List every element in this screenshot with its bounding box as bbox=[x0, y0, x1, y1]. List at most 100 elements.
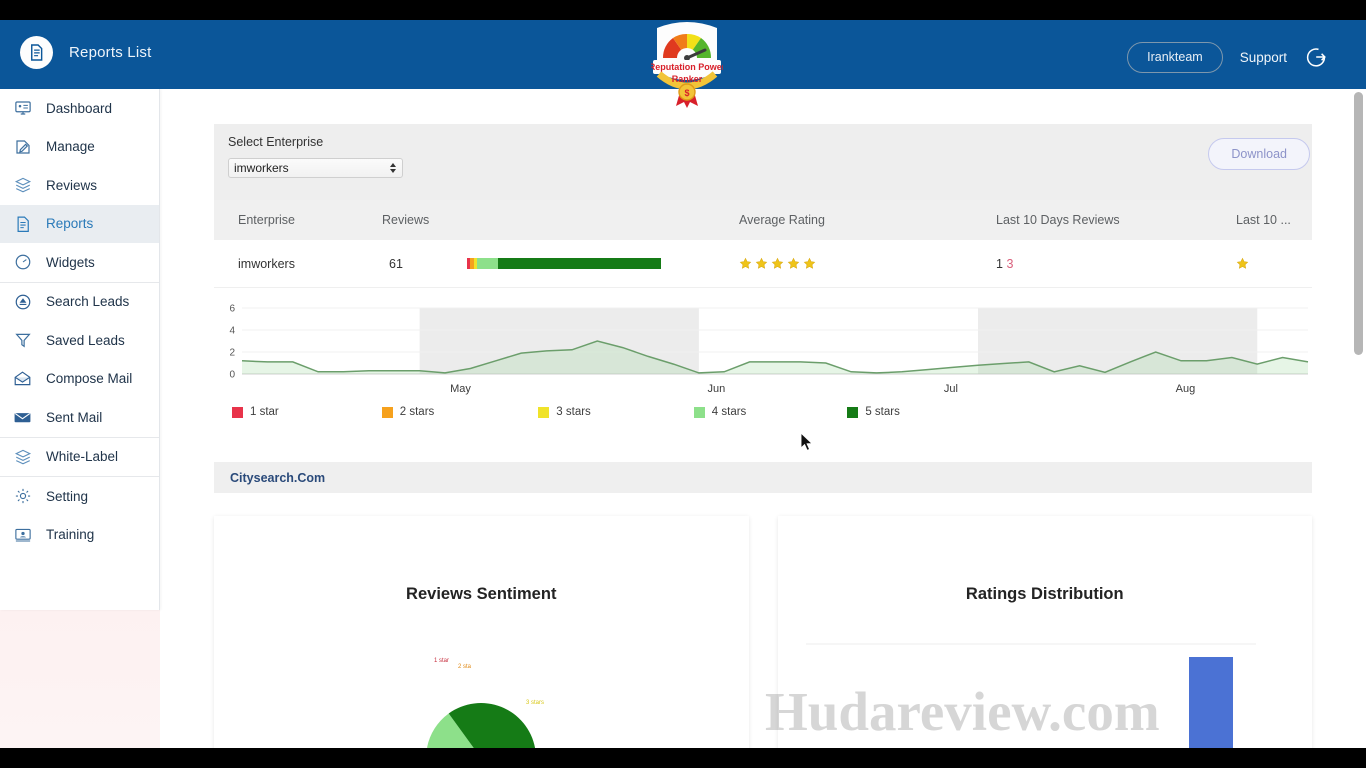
enterprise-select-value: imworkers bbox=[234, 161, 289, 175]
rating-segment bbox=[476, 258, 499, 269]
header-actions: Irankteam Support bbox=[1127, 42, 1328, 73]
sidebar-item-reports[interactable]: Reports bbox=[0, 204, 159, 243]
analytics-cards: Reviews Sentiment 1 star 2 sta 3 stars Rat… bbox=[214, 516, 1312, 748]
sidebar-group-main: Dashboard Manage Reviews Reports Widgets bbox=[0, 89, 159, 283]
dashboard-icon bbox=[12, 98, 33, 119]
app-window: Reports List Irankteam Support Reputatio… bbox=[0, 0, 1366, 768]
sidebar-item-dashboard[interactable]: Dashboard bbox=[0, 89, 159, 128]
gear-icon bbox=[12, 486, 33, 507]
legend-swatch bbox=[381, 406, 393, 418]
legend-label: 3 stars bbox=[556, 406, 591, 418]
sidebar-item-label: Setting bbox=[46, 488, 89, 504]
y-axis-tick: 2 bbox=[229, 348, 235, 359]
line-chart-svg: 0 2 4 6 May Jun Jul Aug bbox=[229, 304, 1309, 395]
legend-swatch bbox=[232, 406, 243, 418]
x-axis-tick: Jul bbox=[944, 383, 958, 395]
sidebar-item-training[interactable]: Training bbox=[0, 516, 159, 555]
sidebar-item-label: Widgets bbox=[46, 254, 95, 270]
pie-label: 3 stars bbox=[526, 700, 544, 706]
stacked-rating-bar bbox=[467, 258, 661, 269]
legend-swatch bbox=[847, 406, 859, 418]
card-title: Reviews Sentiment bbox=[406, 585, 557, 603]
training-icon bbox=[12, 524, 33, 545]
legend-label: 4 stars bbox=[711, 406, 747, 418]
sidebar-item-compose-mail[interactable]: Compose Mail bbox=[0, 360, 159, 399]
ratings-bar-chart bbox=[805, 632, 1256, 748]
layers-icon bbox=[12, 175, 33, 196]
mouse-cursor bbox=[800, 431, 814, 457]
sidebar-item-label: Reports bbox=[46, 216, 94, 232]
reports-table-header: Enterprise Reviews Average Rating Last 1… bbox=[214, 200, 1312, 240]
svg-text:Ranker: Ranker bbox=[672, 74, 703, 84]
star-icon bbox=[1236, 257, 1249, 269]
legend-swatch bbox=[693, 406, 705, 418]
edit-icon bbox=[12, 136, 33, 157]
legend-item[interactable]: 4 stars bbox=[693, 406, 747, 418]
vertical-scrollbar[interactable] bbox=[1354, 92, 1363, 747]
cell-last-10-days: 1 3 bbox=[996, 257, 1236, 271]
reviews-sentiment-card: Reviews Sentiment 1 star 2 sta 3 stars bbox=[214, 516, 749, 748]
cell-last-10-stars bbox=[1236, 257, 1312, 270]
page-title: Reports List bbox=[69, 44, 152, 61]
open-mail-icon bbox=[12, 368, 33, 389]
cell-distribution-bar bbox=[467, 258, 739, 269]
sidebar-item-label: Reviews bbox=[46, 177, 98, 193]
col-average-rating: Average Rating bbox=[739, 213, 825, 227]
chevron-updown-icon bbox=[390, 163, 396, 173]
cell-reviews-count: 61 bbox=[389, 256, 403, 271]
sidebar-group-leads: Search Leads Saved Leads Compose Mail Se… bbox=[0, 283, 159, 438]
y-axis-tick: 6 bbox=[229, 304, 235, 315]
star-rating-truncated bbox=[1236, 257, 1312, 270]
scrollbar-thumb[interactable] bbox=[1354, 92, 1363, 355]
star-rating bbox=[739, 257, 996, 270]
x-axis-tick: May bbox=[450, 383, 471, 395]
legend-label: 2 stars bbox=[399, 406, 435, 418]
sidebar-item-label: Compose Mail bbox=[46, 371, 133, 387]
sidebar-group-whitelabel: White-Label bbox=[0, 438, 159, 477]
sidebar-item-label: Sent Mail bbox=[46, 409, 103, 425]
pie-label: 2 sta bbox=[458, 664, 472, 670]
site-name[interactable]: Citysearch.Com bbox=[230, 471, 325, 485]
gauge-icon bbox=[12, 252, 33, 273]
legend-item[interactable]: 5 stars bbox=[847, 406, 900, 418]
sidebar-bottom-fill bbox=[0, 610, 160, 748]
col-reviews: Reviews bbox=[382, 213, 430, 227]
card-title: Ratings Distribution bbox=[965, 585, 1124, 603]
sidebar-item-setting[interactable]: Setting bbox=[0, 477, 159, 516]
report-icon bbox=[12, 213, 33, 234]
col-enterprise: Enterprise bbox=[238, 213, 295, 227]
download-button[interactable]: Download bbox=[1208, 138, 1310, 170]
y-axis-tick: 0 bbox=[229, 370, 235, 381]
legend-label: 1 star bbox=[250, 406, 279, 418]
enterprise-select[interactable]: imworkers bbox=[228, 158, 403, 178]
chart-legend: 1 star 2 stars 3 stars 4 stars 5 stars bbox=[214, 406, 1312, 418]
ratings-distribution-card: Ratings Distribution bbox=[777, 516, 1312, 748]
select-enterprise-label: Select Enterprise bbox=[228, 135, 324, 149]
sidebar-nav: Dashboard Manage Reviews Reports Widgets… bbox=[0, 89, 160, 610]
legend-item[interactable]: 2 stars bbox=[381, 406, 435, 418]
sidebar-item-search-leads[interactable]: Search Leads bbox=[0, 283, 159, 322]
sidebar-item-manage[interactable]: Manage bbox=[0, 128, 159, 167]
sidebar-item-reviews[interactable]: Reviews bbox=[0, 166, 159, 205]
rating-segment bbox=[498, 258, 661, 269]
sidebar-item-sent-mail[interactable]: Sent Mail bbox=[0, 398, 159, 437]
sidebar-item-saved-leads[interactable]: Saved Leads bbox=[0, 321, 159, 360]
legend-item[interactable]: 1 star bbox=[232, 406, 279, 418]
table-row[interactable]: imworkers 61 1 3 bbox=[214, 240, 1312, 288]
sidebar-item-label: Manage bbox=[46, 139, 95, 155]
star-icon bbox=[803, 257, 816, 269]
cell-enterprise: imworkers bbox=[238, 256, 295, 271]
user-account-button[interactable]: Irankteam bbox=[1127, 42, 1223, 73]
star-icon bbox=[739, 257, 752, 269]
sidebar-item-label: White-Label bbox=[46, 449, 119, 465]
support-link[interactable]: Support bbox=[1240, 50, 1287, 65]
sidebar-item-white-label[interactable]: White-Label bbox=[0, 438, 159, 477]
logout-icon[interactable] bbox=[1304, 45, 1328, 69]
search-leads-icon bbox=[12, 291, 33, 312]
legend-item[interactable]: 3 stars bbox=[538, 406, 591, 418]
col-last-10-truncated: Last 10 ... bbox=[1236, 213, 1291, 227]
last10-pink: 3 bbox=[1006, 256, 1014, 271]
site-section-header: Citysearch.Com bbox=[214, 462, 1312, 493]
svg-text:$: $ bbox=[684, 88, 689, 98]
sidebar-item-widgets[interactable]: Widgets bbox=[0, 243, 159, 282]
